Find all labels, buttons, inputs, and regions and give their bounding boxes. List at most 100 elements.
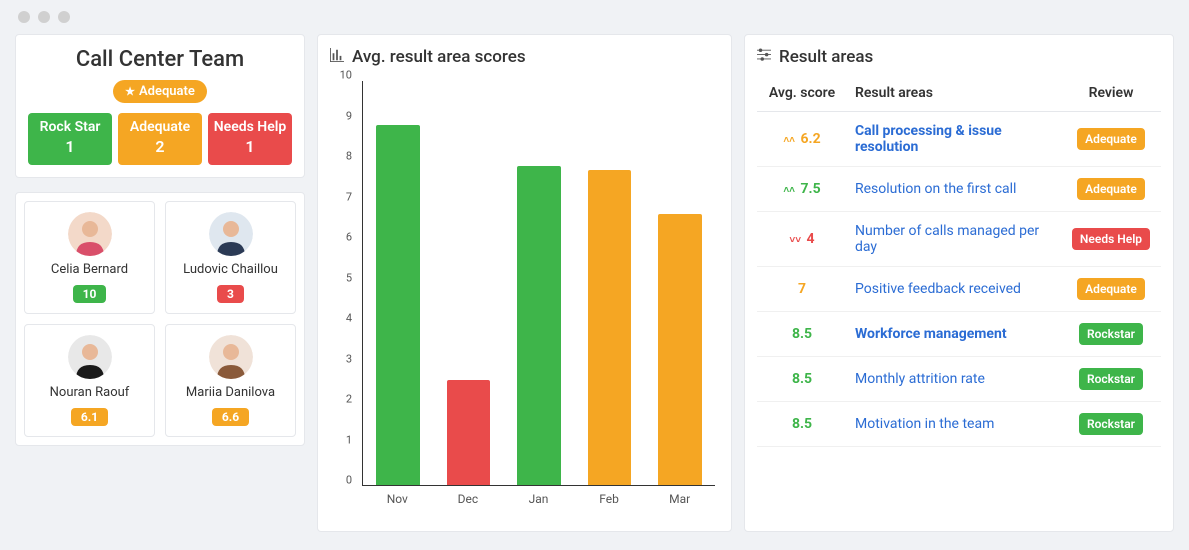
row-area: Positive feedback received [847,267,1061,312]
row-review: Adequate [1061,267,1161,312]
row-area: Number of calls managed per day [847,212,1061,267]
result-areas-table: Avg. score Result areas Review ˄˄ 6.2Cal… [757,75,1161,447]
avatar [209,212,253,256]
y-tick-label: 2 [346,393,352,406]
status-count: 1 [208,137,292,157]
bar-slot [574,81,644,485]
overall-badge-label: Adequate [139,84,195,99]
member-card[interactable]: Mariia Danilova 6.6 [165,324,296,437]
member-score: 6.6 [212,408,249,426]
review-badge: Adequate [1077,128,1145,150]
status-count: 2 [118,137,202,157]
avatar [209,335,253,379]
dashboard-content: Call Center Team ★ Adequate Rock Star 1 Ad… [0,34,1189,547]
window-dot [18,11,30,23]
review-badge: Needs Help [1072,228,1150,250]
review-badge: Rockstar [1079,368,1143,390]
y-tick-label: 8 [346,150,352,163]
table-row: 7Positive feedback receivedAdequate [757,267,1161,312]
member-score: 6.1 [71,408,108,426]
trend-down-icon: ˅˅ [789,235,801,246]
review-badge: Adequate [1077,178,1145,200]
chart-x-labels: NovDecJanFebMar [362,486,715,506]
y-tick-label: 3 [346,352,352,365]
member-card[interactable]: Nouran Raouf 6.1 [24,324,155,437]
status-box[interactable]: Adequate2 [118,113,202,165]
row-area: Workforce management [847,312,1061,357]
left-column: Call Center Team ★ Adequate Rock Star 1 Ad… [15,34,305,532]
sliders-icon [757,48,771,66]
status-label: Needs Help [214,119,287,135]
result-area-link[interactable]: Workforce management [855,326,1007,342]
window-dot [58,11,70,23]
table-row: ˄˄ 7.5 Resolution on the first call Adequa… [757,167,1161,212]
x-tick-label: Dec [433,486,504,506]
status-box[interactable]: Needs Help 1 [208,113,292,165]
bar-slot [504,81,574,485]
y-tick-label: 6 [346,231,352,244]
row-score: ˄˄ 7.5 [757,167,847,212]
y-tick-label: 1 [346,433,352,446]
result-area-link[interactable]: Motivation in the team [855,416,994,432]
y-tick-label: 9 [346,109,352,122]
result-area-link[interactable]: Resolution on the first call [855,181,1016,197]
status-label: Rock Star [40,119,101,135]
window-titlebar [0,0,1189,34]
status-row: Rock Star 1 Adequate2 Needs Help 1 [28,113,292,165]
review-badge: Adequate [1077,278,1145,300]
result-panel-title-text: Result areas [779,47,873,67]
y-tick-label: 10 [340,69,352,82]
result-area-link[interactable]: Monthly attrition rate [855,371,985,387]
table-row: ˅˅ 4Number of calls managed per day Needs… [757,212,1161,267]
chart-card: Avg. result area scores 012345678910 Nov… [317,34,732,532]
status-box[interactable]: Rock Star 1 [28,113,112,165]
result-table-wrap: Avg. score Result areas Review ˄˄ 6.2Cal… [757,75,1161,505]
status-count: 1 [28,137,112,157]
overall-badge-wrap: ★ Adequate [28,80,292,103]
chart-bar[interactable] [658,214,702,485]
chart-bar[interactable] [447,380,491,485]
member-card[interactable]: Ludovic Chaillou 3 [165,201,296,314]
bar-slot [645,81,715,485]
chart-panel-title: Avg. result area scores [330,47,719,67]
chart-plot [362,81,715,486]
review-badge: Rockstar [1079,413,1143,435]
result-area-link[interactable]: Positive feedback received [855,281,1021,297]
chart-bar[interactable] [517,166,561,485]
result-area-link[interactable]: Call processing & issue resolution [855,123,1002,155]
chart-bar[interactable] [588,170,632,485]
trend-up-icon: ˄˄ [783,135,795,146]
row-review: Rockstar [1061,357,1161,402]
row-review: Adequate [1061,167,1161,212]
team-title: Call Center Team [28,47,292,72]
row-area: Motivation in the team [847,402,1061,447]
row-review: Needs Help [1061,212,1161,267]
member-card[interactable]: Celia Bernard10 [24,201,155,314]
bar-slot [433,81,503,485]
table-body: ˄˄ 6.2Call processing & issue resolution… [757,112,1161,447]
member-name: Nouran Raouf [31,385,148,400]
table-row: 8.5 Workforce management Rockstar [757,312,1161,357]
review-badge: Rockstar [1079,323,1143,345]
row-score: 8.5 [757,312,847,357]
member-score: 3 [217,285,244,303]
member-name: Ludovic Chaillou [172,262,289,277]
result-area-link[interactable]: Number of calls managed per day [855,223,1039,255]
chart-panel-title-text: Avg. result area scores [352,47,526,67]
star-icon: ★ [125,85,135,98]
row-score: ˅˅ 4 [757,212,847,267]
y-tick-label: 7 [346,190,352,203]
right-column: Result areas Avg. score Result areas Rev… [744,34,1174,532]
table-row: 8.5Monthly attrition rateRockstar [757,357,1161,402]
chart-area: 012345678910 NovDecJanFebMar [330,75,719,505]
y-tick-label: 4 [346,312,352,325]
row-review: Rockstar [1061,402,1161,447]
bar-slot [363,81,433,485]
x-tick-label: Feb [574,486,645,506]
th-score: Avg. score [757,75,847,112]
row-score: 8.5 [757,402,847,447]
trend-up-icon: ˄˄ [783,185,795,196]
member-name: Mariia Danilova [172,385,289,400]
chart-bar[interactable] [376,125,420,485]
row-area: Call processing & issue resolution [847,112,1061,167]
